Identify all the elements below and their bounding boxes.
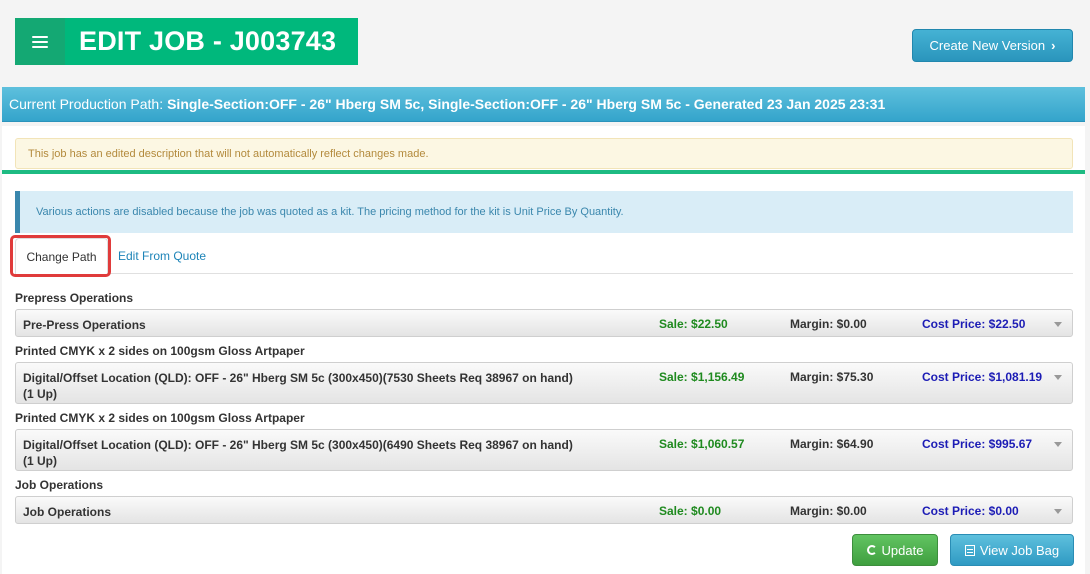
caret-down-icon[interactable] <box>1054 375 1062 380</box>
tab-edit-from-quote[interactable]: Edit From Quote <box>118 238 206 274</box>
job-panel: This job has an edited description that … <box>2 126 1085 574</box>
caret-down-icon[interactable] <box>1054 322 1062 327</box>
operation-row[interactable]: Job Operations Sale: $0.00 Margin: $0.00… <box>15 496 1073 524</box>
caret-down-icon[interactable] <box>1054 509 1062 514</box>
operation-row[interactable]: Pre-Press Operations Sale: $22.50 Margin… <box>15 309 1073 337</box>
chevron-right-icon: › <box>1051 38 1056 53</box>
list-icon <box>964 544 975 556</box>
section-heading: Printed CMYK x 2 sides on 100gsm Gloss A… <box>15 344 305 358</box>
operation-row[interactable]: Digital/Offset Location (QLD): OFF - 26"… <box>15 429 1073 471</box>
page-title: EDIT JOB - J003743 <box>79 26 337 56</box>
production-path-bar: Current Production Path: Single-Section:… <box>2 87 1085 122</box>
hamburger-menu-icon[interactable] <box>15 18 65 65</box>
section-heading: Printed CMYK x 2 sides on 100gsm Gloss A… <box>15 411 305 425</box>
operation-name: Digital/Offset Location (QLD): OFF - 26"… <box>23 371 573 401</box>
refresh-icon <box>866 545 877 555</box>
operation-row[interactable]: Digital/Offset Location (QLD): OFF - 26"… <box>15 362 1073 404</box>
view-job-bag-button[interactable]: View Job Bag <box>950 534 1074 566</box>
production-path-value: Single-Section:OFF - 26" Hberg SM 5c, Si… <box>167 96 886 112</box>
sale-value: Sale: $1,060.57 <box>659 437 745 451</box>
section-heading: Job Operations <box>15 478 104 492</box>
section-heading: Prepress Operations <box>15 291 134 305</box>
sale-value: Sale: $1,156.49 <box>659 370 745 384</box>
operation-name: Job Operations <box>23 505 112 519</box>
divider <box>2 170 1085 174</box>
update-label: Update <box>881 542 924 558</box>
warning-alert: This job has an edited description that … <box>15 138 1073 169</box>
cost-price-value: Cost Price: $22.50 <box>922 317 1026 331</box>
update-button[interactable]: Update <box>852 534 938 566</box>
title-bar: EDIT JOB - J003743 <box>15 18 358 65</box>
caret-down-icon[interactable] <box>1054 442 1062 447</box>
margin-value: Margin: $0.00 <box>790 317 867 331</box>
operation-name: Pre-Press Operations <box>23 318 146 332</box>
production-path-label: Current Production Path: <box>9 96 164 112</box>
cost-price-value: Cost Price: $0.00 <box>922 504 1019 518</box>
tab-change-path[interactable]: Change Path <box>15 238 108 274</box>
cost-price-value: Cost Price: $995.67 <box>922 437 1033 451</box>
job-tabs: Change Path Edit From Quote <box>15 238 1073 274</box>
sale-value: Sale: $0.00 <box>659 504 722 518</box>
margin-value: Margin: $0.00 <box>790 504 867 518</box>
create-new-version-button[interactable]: Create New Version › <box>912 29 1073 62</box>
margin-value: Margin: $64.90 <box>790 437 874 451</box>
cost-price-value: Cost Price: $1,081.19 <box>922 370 1043 384</box>
view-job-bag-label: View Job Bag <box>979 542 1060 558</box>
margin-value: Margin: $75.30 <box>790 370 874 384</box>
edit-job-page: EDIT JOB - J003743 Create New Version › … <box>0 0 1090 574</box>
sale-value: Sale: $22.50 <box>659 317 728 331</box>
operation-name: Digital/Offset Location (QLD): OFF - 26"… <box>23 438 573 468</box>
info-alert: Various actions are disabled because the… <box>15 191 1073 233</box>
create-new-version-label: Create New Version <box>929 38 1046 53</box>
